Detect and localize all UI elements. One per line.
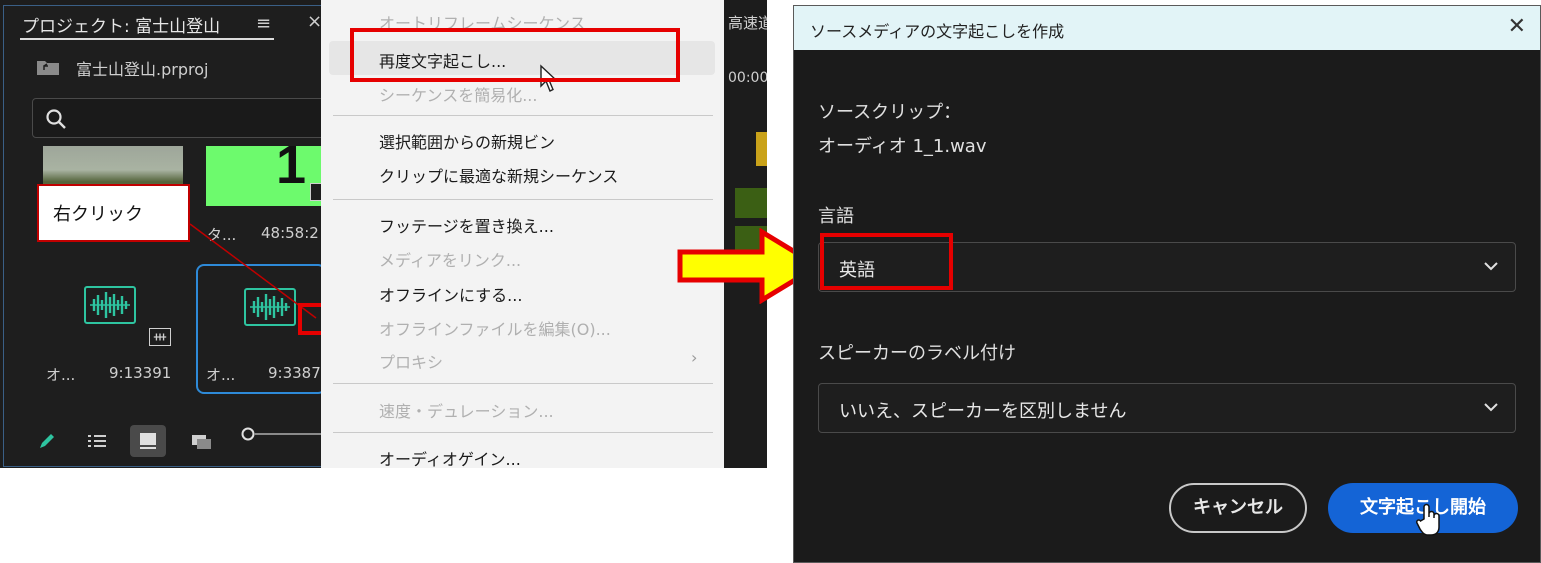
timeline-video-clip[interactable]	[735, 188, 767, 218]
language-label: 言語	[818, 206, 854, 227]
audio-waveform-icon	[84, 286, 136, 324]
tab-active-indicator	[20, 38, 274, 40]
annotation-callout: 右クリック	[37, 184, 190, 242]
hand-pointer-icon	[1416, 503, 1440, 536]
list-view-icon[interactable]	[84, 429, 110, 453]
menu-separator	[333, 115, 713, 116]
audio-clip-name: オ...	[46, 366, 76, 384]
search-input[interactable]	[32, 98, 332, 138]
audio-clip-card[interactable]: オ... 9:13391	[34, 264, 171, 394]
menu-separator	[333, 383, 713, 384]
timeline-sequence-name: 高速道	[728, 14, 767, 32]
sequence-thumbnail[interactable]	[206, 146, 324, 206]
speaker-labeling-selected-value: いいえ、スピーカーを区別しません	[839, 401, 1127, 422]
submenu-chevron-right-icon: ›	[691, 348, 698, 367]
timeline-clip-marker	[756, 132, 767, 166]
menu-item-new-bin-from-selection[interactable]: 選択範囲からの新規ビン	[379, 129, 555, 153]
pencil-icon[interactable]	[34, 429, 60, 453]
menu-item-proxy[interactable]: プロキシ	[379, 349, 443, 373]
freeform-view-icon[interactable]	[186, 429, 218, 453]
source-clip-value: オーディオ 1_1.wav	[818, 136, 987, 157]
menu-item-audio-gain[interactable]: オーディオゲイン...	[379, 446, 521, 468]
search-icon	[46, 109, 66, 129]
menu-item-simplify-sequence[interactable]: シーケンスを簡易化...	[379, 82, 537, 106]
callout-text: 右クリック	[53, 204, 143, 225]
audio-clip-name: オ...	[206, 366, 236, 384]
menu-separator	[333, 432, 713, 433]
language-highlight	[820, 233, 953, 290]
chevron-down-icon	[1484, 262, 1498, 271]
folder-up-icon[interactable]	[36, 58, 60, 76]
audio-clip-duration: 9:3387	[268, 364, 321, 382]
menu-item-speed-duration[interactable]: 速度・デュレーション...	[379, 398, 554, 422]
menu-item-edit-offline-file[interactable]: オフラインファイルを編集(O)...	[379, 316, 611, 340]
cancel-button[interactable]: キャンセル	[1169, 483, 1307, 533]
project-tab-title: プロジェクト: 富士山登山	[22, 17, 221, 37]
thumbnail-duration: 48:58:2	[261, 224, 319, 242]
tab-close-icon[interactable]: ×	[307, 11, 322, 32]
menu-separator	[333, 199, 713, 200]
menu-item-replace-footage[interactable]: フッテージを置き換え...	[379, 213, 554, 237]
menu-item-new-sequence-from-clip[interactable]: クリップに最適な新規シーケンス	[379, 163, 618, 187]
retranscribe-highlight	[350, 28, 680, 82]
speaker-labeling-label: スピーカーのラベル付け	[818, 343, 1016, 364]
audio-badge-icon	[149, 328, 171, 346]
icon-view-icon[interactable]	[130, 425, 166, 457]
panel-menu-icon[interactable]: ≡	[256, 13, 271, 34]
project-tab[interactable]: プロジェクト: 富士山登山 ≡ ×	[4, 6, 324, 42]
thumbnail-name: タ...	[207, 226, 237, 244]
source-clip-label: ソースクリップ：	[818, 102, 962, 123]
project-file-name: 富士山登山.prproj	[76, 60, 209, 79]
menu-item-make-offline[interactable]: オフラインにする...	[379, 282, 522, 306]
audio-clip-duration: 9:13391	[109, 364, 172, 382]
dialog-title-bar: ソースメディアの文字起こしを作成 ✕	[794, 6, 1540, 50]
audio-waveform-icon	[244, 288, 296, 326]
chevron-down-icon	[1484, 403, 1498, 412]
speaker-labeling-select[interactable]: いいえ、スピーカーを区別しません	[818, 383, 1516, 433]
sequence-thumbnail-number: 1	[276, 135, 307, 195]
timeline-timecode: 00:00	[728, 70, 767, 86]
dialog-title: ソースメディアの文字起こしを作成	[810, 22, 1065, 41]
menu-item-link-media[interactable]: メディアをリンク...	[379, 247, 521, 271]
zoom-slider[interactable]	[240, 426, 330, 442]
close-icon[interactable]: ✕	[1508, 14, 1526, 39]
